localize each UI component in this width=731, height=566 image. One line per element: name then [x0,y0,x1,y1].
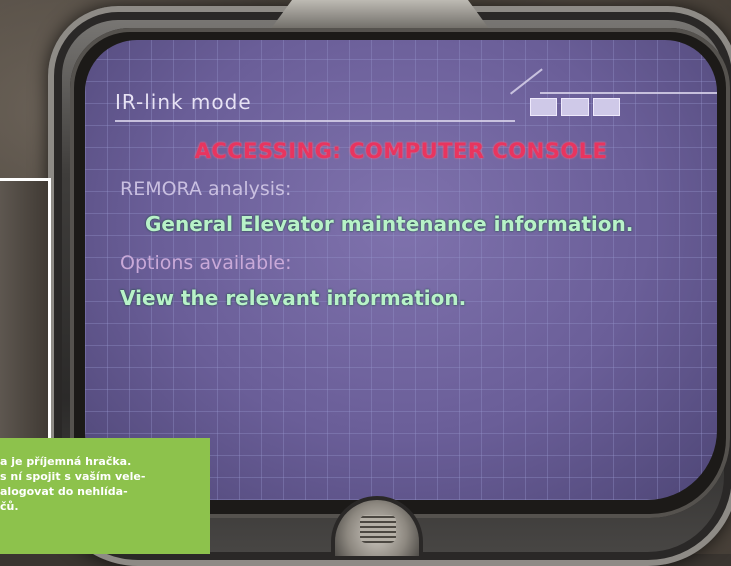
indicator-segment [561,98,589,116]
header-diagonal [510,68,543,95]
caption-line: a je příjemná hračka. [0,455,132,468]
caption-line: čů. [0,500,19,513]
knob-grill [360,515,396,543]
analysis-text: General Elevator maintenance information… [145,212,634,236]
option-view-info[interactable]: View the relevant information. [120,286,466,310]
ir-link-screen: IR-link mode ACCESSING: COMPUTER CONSOLE… [85,40,717,500]
accessing-banner: ACCESSING: COMPUTER CONSOLE [194,139,608,163]
header-topline [540,92,717,94]
indicator-segment [592,98,620,116]
casing-top-plate [270,0,490,30]
magazine-caption: a je příjemná hračka. s ní spojit s vaší… [0,438,210,554]
inset-photo [0,178,51,461]
caption-line: s ní spojit s vaším vele- [0,470,146,483]
caption-line: alogovat do nehlída- [0,485,128,498]
header-underline [115,120,515,122]
options-label: Options available: [120,252,292,274]
analysis-label: REMORA analysis: [120,178,292,200]
mode-title: IR-link mode [115,90,252,114]
indicator-segment [530,98,558,116]
signal-indicator [530,98,620,116]
